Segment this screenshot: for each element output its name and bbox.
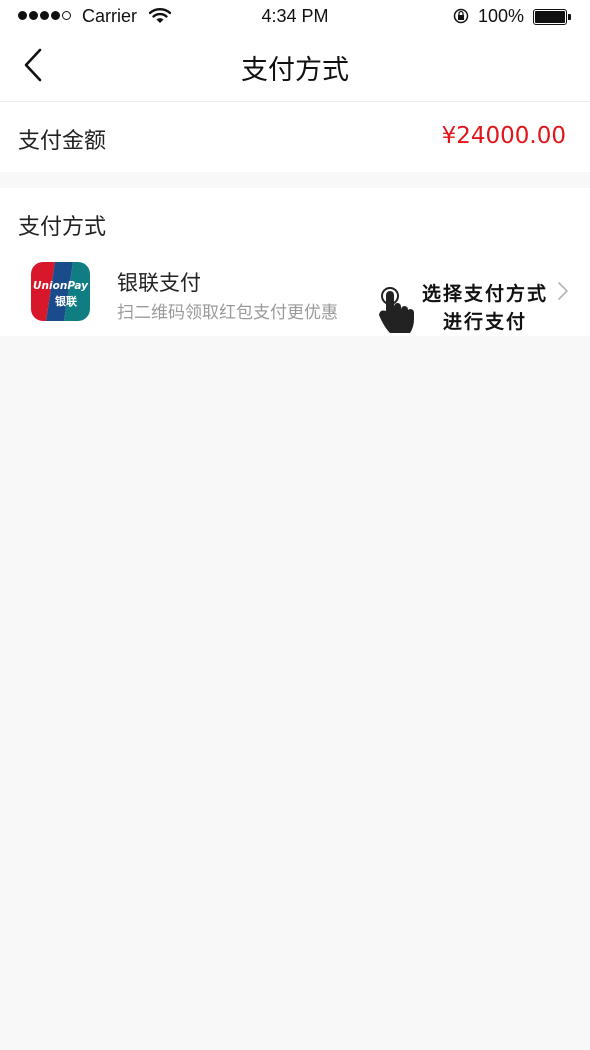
status-bar: Carrier 4:34 PM 100%: [0, 0, 590, 32]
hint-text-line1: 选择支付方式: [421, 283, 548, 305]
battery-icon: [533, 9, 571, 25]
orientation-lock-icon: [453, 8, 469, 24]
battery-percentage: 100%: [478, 6, 525, 26]
amount-value: ¥24000.00: [441, 123, 566, 149]
payment-method-unionpay[interactable]: UnionPay 银联 银联支付 扫二维码领取红包支付更优惠 选择支付方式 进行…: [0, 248, 590, 336]
payment-method-header: 支付方式: [18, 215, 107, 240]
amount-label: 支付金额: [18, 129, 107, 154]
nav-bar: 支付方式: [0, 32, 590, 102]
payment-method-description: 扫二维码领取红包支付更优惠: [117, 303, 338, 323]
unionpay-logo-icon: UnionPay 银联: [31, 262, 90, 321]
page-title: 支付方式: [241, 55, 349, 86]
payment-method-section: 支付方式 UnionPay 银联 银联支付 扫二维码领取红包支付更优惠 选择支付…: [0, 188, 590, 336]
hint-text-line2: 进行支付: [442, 311, 527, 333]
payment-amount-row: 支付金额 ¥24000.00: [0, 102, 590, 172]
svg-text:银联: 银联: [55, 294, 77, 308]
payment-method-name: 银联支付: [117, 271, 201, 295]
svg-text:UnionPay: UnionPay: [33, 280, 89, 292]
chevron-right-icon: [558, 282, 568, 300]
